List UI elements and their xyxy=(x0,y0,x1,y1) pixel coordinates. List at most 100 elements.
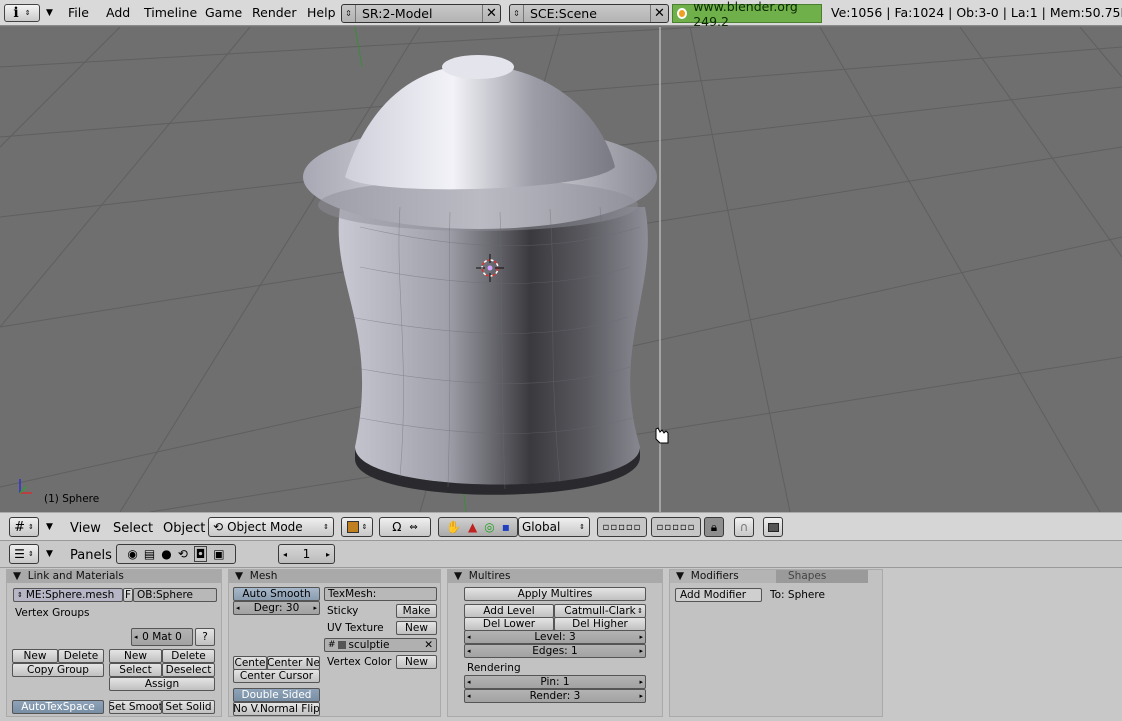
proportional-edit-button[interactable]: ∩ xyxy=(734,517,754,537)
panel-title[interactable]: ▼ Multires xyxy=(448,570,662,583)
collapse-triangle-icon[interactable]: ▼ xyxy=(46,8,53,18)
no-vnormal-flip-toggle[interactable]: No V.Normal Flip xyxy=(233,702,320,716)
pivot-selector[interactable]: Ω ⇔ xyxy=(379,517,431,537)
add-level-button[interactable]: Add Level xyxy=(464,604,554,618)
layers-row-2[interactable]: ▫▫▫▫▫ xyxy=(651,517,701,537)
modifier-target-label: To: Sphere xyxy=(770,589,825,601)
texmesh-field[interactable]: TexMesh: xyxy=(324,587,437,601)
copy-group-button[interactable]: Copy Group xyxy=(12,663,104,677)
viewport-canvas[interactable] xyxy=(0,27,1122,512)
menu-view[interactable]: View xyxy=(70,521,101,536)
close-icon[interactable]: ✕ xyxy=(482,5,500,22)
panel-title-text: Mesh xyxy=(249,570,278,582)
add-modifier-button[interactable]: Add Modifier xyxy=(675,588,762,602)
material-select-button[interactable]: Select xyxy=(109,663,162,677)
mesh-panel: ▼ Mesh Auto Smooth ◂ Degr: 30 ▸ TexMesh: S… xyxy=(228,569,441,717)
screen-name[interactable]: SR:2-Model xyxy=(356,6,482,21)
vertex-group-delete-button[interactable]: Delete xyxy=(58,649,104,663)
orientation-selector[interactable]: Global ⇕ xyxy=(518,517,590,537)
mesh-datablock-field[interactable]: ⇕ ME:Sphere.mesh xyxy=(13,588,123,602)
menu-object[interactable]: Object xyxy=(163,521,205,536)
render-icon xyxy=(767,522,779,532)
center-cursor-button[interactable]: Center Cursor xyxy=(233,669,320,683)
set-solid-button[interactable]: Set Solid xyxy=(162,700,215,714)
3d-viewport[interactable]: (1) Sphere xyxy=(0,27,1122,512)
material-assign-button[interactable]: Assign xyxy=(109,677,215,691)
del-higher-button[interactable]: Del Higher xyxy=(554,617,646,631)
menu-game[interactable]: Game xyxy=(205,5,242,20)
edges-field[interactable]: ◂ Edges: 1 ▸ xyxy=(464,644,646,658)
panel-title[interactable]: ▼ Link and Materials xyxy=(7,570,221,583)
scene-name[interactable]: SCE:Scene xyxy=(524,6,650,21)
menu-render[interactable]: Render xyxy=(252,5,297,20)
uv-layer-row[interactable]: # sculptie ✕ xyxy=(324,638,437,652)
frame-number-field[interactable]: ◂ 1 ▸ xyxy=(278,544,335,564)
sticky-make-button[interactable]: Make xyxy=(396,604,437,618)
vertex-color-new-button[interactable]: New xyxy=(396,655,437,669)
close-icon[interactable]: ✕ xyxy=(424,639,433,651)
logic-icon[interactable]: ◉ xyxy=(127,547,137,561)
menu-select[interactable]: Select xyxy=(113,521,153,536)
pin-field[interactable]: ◂ Pin: 1 ▸ xyxy=(464,675,646,689)
window-type-button[interactable]: i ⇕ xyxy=(4,4,40,22)
render-preview-button[interactable] xyxy=(763,517,783,537)
material-deselect-button[interactable]: Deselect xyxy=(162,663,215,677)
material-new-button[interactable]: New xyxy=(109,649,162,663)
object-name-field[interactable]: OB:Sphere xyxy=(133,588,217,602)
object-label: (1) Sphere xyxy=(44,493,100,505)
tab-modifiers[interactable]: ▼ Modifiers xyxy=(670,570,776,583)
autotexspace-toggle[interactable]: AutoTexSpace xyxy=(12,700,104,714)
screen-selector[interactable]: ⇕ SR:2-Model ✕ xyxy=(341,4,501,23)
degree-field[interactable]: ◂ Degr: 30 ▸ xyxy=(233,601,320,615)
centre-button[interactable]: Cente xyxy=(233,656,267,670)
scene-icon[interactable]: ▣ xyxy=(213,547,224,561)
degree-value: Degr: 30 xyxy=(253,602,300,614)
menu-help[interactable]: Help xyxy=(307,5,336,20)
shading-icon[interactable]: ● xyxy=(161,547,171,561)
scale-icon: ▪ xyxy=(501,520,510,534)
del-lower-button[interactable]: Del Lower xyxy=(464,617,554,631)
scene-stats: Ve:1056 | Fa:1024 | Ob:3-0 | La:1 | Mem:… xyxy=(831,5,1122,20)
script-icon[interactable]: ▤ xyxy=(144,547,155,561)
material-counter: 0 Mat 0 xyxy=(142,631,182,643)
draw-type-selector[interactable]: ⇕ xyxy=(341,517,373,537)
render-level-field[interactable]: ◂ Render: 3 ▸ xyxy=(464,689,646,703)
close-icon[interactable]: ✕ xyxy=(650,5,668,22)
edges-value: Edges: 1 xyxy=(532,645,578,657)
panel-title[interactable]: ▼ Mesh xyxy=(229,570,440,583)
menu-file[interactable]: File xyxy=(68,5,89,20)
fake-user-button[interactable]: F xyxy=(123,588,133,602)
layers-row-1[interactable]: ▫▫▫▫▫ xyxy=(597,517,647,537)
editor-type-button[interactable]: # ⇕ xyxy=(9,517,39,537)
material-help-button[interactable]: ? xyxy=(195,628,215,646)
tab-shapes[interactable]: Shapes xyxy=(776,570,868,583)
scene-selector[interactable]: ⇕ SCE:Scene ✕ xyxy=(509,4,669,23)
material-delete-button[interactable]: Delete xyxy=(162,649,215,663)
sphere-mesh[interactable] xyxy=(303,55,657,495)
panel-title-text: Link and Materials xyxy=(27,570,124,582)
transform-manipulators[interactable]: ✋ ▲ ◎ ▪ xyxy=(438,517,518,537)
double-sided-toggle[interactable]: Double Sided xyxy=(233,688,320,702)
vertex-group-new-button[interactable]: New xyxy=(12,649,58,663)
subdivision-type-selector[interactable]: Catmull-Clark ⇕ xyxy=(554,604,646,618)
menu-add[interactable]: Add xyxy=(106,5,130,20)
editing-icon[interactable]: ◘ xyxy=(193,546,208,562)
mode-selector[interactable]: ⟲ Object Mode ⇕ xyxy=(208,517,334,537)
auto-smooth-toggle[interactable]: Auto Smooth xyxy=(233,587,320,601)
center-new-button[interactable]: Center Ne xyxy=(267,656,320,670)
pivot-icon: Ω xyxy=(392,520,402,534)
uv-texture-new-button[interactable]: New xyxy=(396,621,437,635)
level-field[interactable]: ◂ Level: 3 ▸ xyxy=(464,630,646,644)
menu-timeline[interactable]: Timeline xyxy=(144,5,197,20)
collapse-triangle-icon[interactable]: ▼ xyxy=(46,522,53,532)
layer-lock-button[interactable]: 🔒︎ xyxy=(704,517,724,537)
set-smooth-button[interactable]: Set Smoot xyxy=(109,700,162,714)
object-icon[interactable]: ⟲ xyxy=(178,547,188,561)
material-index-field[interactable]: ◂ 0 Mat 0 xyxy=(131,628,193,646)
apply-multires-button[interactable]: Apply Multires xyxy=(464,587,646,601)
vertex-groups-label: Vertex Groups xyxy=(15,607,90,619)
editor-type-button[interactable]: ☰ ⇕ xyxy=(9,544,39,564)
collapse-triangle-icon[interactable]: ▼ xyxy=(46,549,53,559)
object-mode-icon: ⟲ xyxy=(213,520,224,534)
context-tabs[interactable]: ◉ ▤ ● ⟲ ◘ ▣ xyxy=(116,544,236,564)
